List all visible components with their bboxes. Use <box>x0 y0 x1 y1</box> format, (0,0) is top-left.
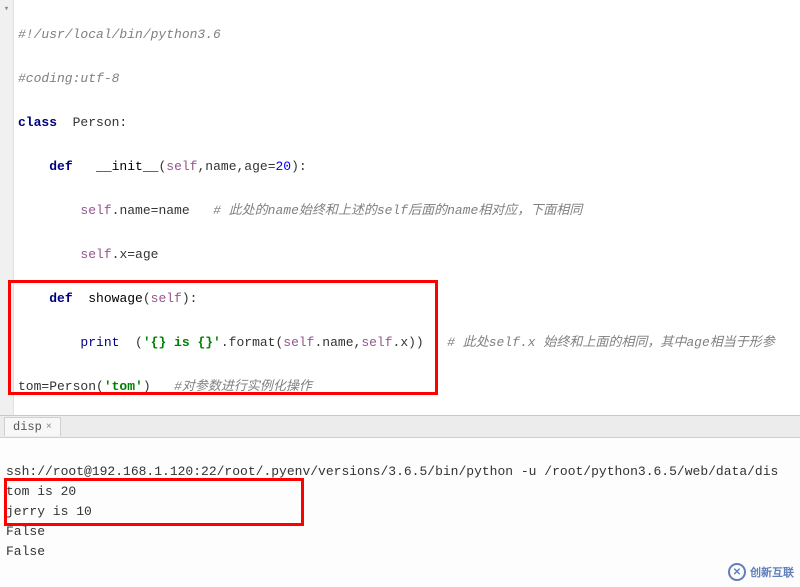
self: self <box>166 159 197 174</box>
terminal-line: jerry is 10 <box>6 504 92 519</box>
sig: ): <box>182 291 198 306</box>
class-name: Person: <box>57 115 127 130</box>
self: self <box>80 203 111 218</box>
terminal-line: False <box>6 544 45 559</box>
code-text: .name=name <box>112 203 213 218</box>
terminal-line: False <box>6 524 45 539</box>
watermark-text: 创新互联 <box>750 564 794 580</box>
str: 'tom' <box>104 379 143 394</box>
code-editor[interactable]: ▾ #!/usr/local/bin/python3.6 #coding:utf… <box>0 0 800 415</box>
sig: .x)) <box>393 335 448 350</box>
code-comment: # 此处self.x 始终和上面的相同，其中age相当于形参 <box>447 335 775 350</box>
sig: ( <box>119 335 142 350</box>
fn-name: __init__ <box>96 159 158 174</box>
fn-name: showage <box>88 291 143 306</box>
terminal-line: tom is 20 <box>6 484 76 499</box>
code-text: tom=Person( <box>18 379 104 394</box>
code-text: .x=age <box>112 247 159 262</box>
code-comment: # 此处的name始终和上述的self后面的name相对应，下面相同 <box>213 203 582 218</box>
sig: .format( <box>221 335 283 350</box>
self: self <box>361 335 392 350</box>
print: print <box>80 335 119 350</box>
num: 20 <box>276 159 292 174</box>
terminal-tab-bar: disp × <box>0 416 800 438</box>
fold-icon[interactable]: ▾ <box>1 3 13 15</box>
watermark-icon: ✕ <box>728 563 746 581</box>
watermark: ✕ 创新互联 <box>728 563 794 581</box>
tab-label: disp <box>13 420 42 434</box>
str: '{} is {}' <box>143 335 221 350</box>
kw-def: def <box>49 291 72 306</box>
self: self <box>151 291 182 306</box>
sig: ( <box>143 291 151 306</box>
kw-class: class <box>18 115 57 130</box>
code-comment: #coding:utf-8 <box>18 71 119 86</box>
close-icon[interactable]: × <box>46 422 52 433</box>
fold-gutter: ▾ <box>0 0 14 415</box>
terminal-tab[interactable]: disp × <box>4 417 61 436</box>
terminal-output[interactable]: ssh://root@192.168.1.120:22/root/.pyenv/… <box>0 438 800 586</box>
code-comment: #对参数进行实例化操作 <box>174 379 312 394</box>
code-body[interactable]: #!/usr/local/bin/python3.6 #coding:utf-8… <box>14 0 800 415</box>
terminal-line: ssh://root@192.168.1.120:22/root/.pyenv/… <box>6 464 778 479</box>
code-text: ) <box>143 379 174 394</box>
sig: .name, <box>315 335 362 350</box>
sig: ,name,age= <box>197 159 275 174</box>
self: self <box>80 247 111 262</box>
self: self <box>283 335 314 350</box>
terminal-panel: disp × ssh://root@192.168.1.120:22/root/… <box>0 415 800 587</box>
kw-def: def <box>49 159 72 174</box>
sig: ): <box>291 159 307 174</box>
code-comment: #!/usr/local/bin/python3.6 <box>18 27 221 42</box>
